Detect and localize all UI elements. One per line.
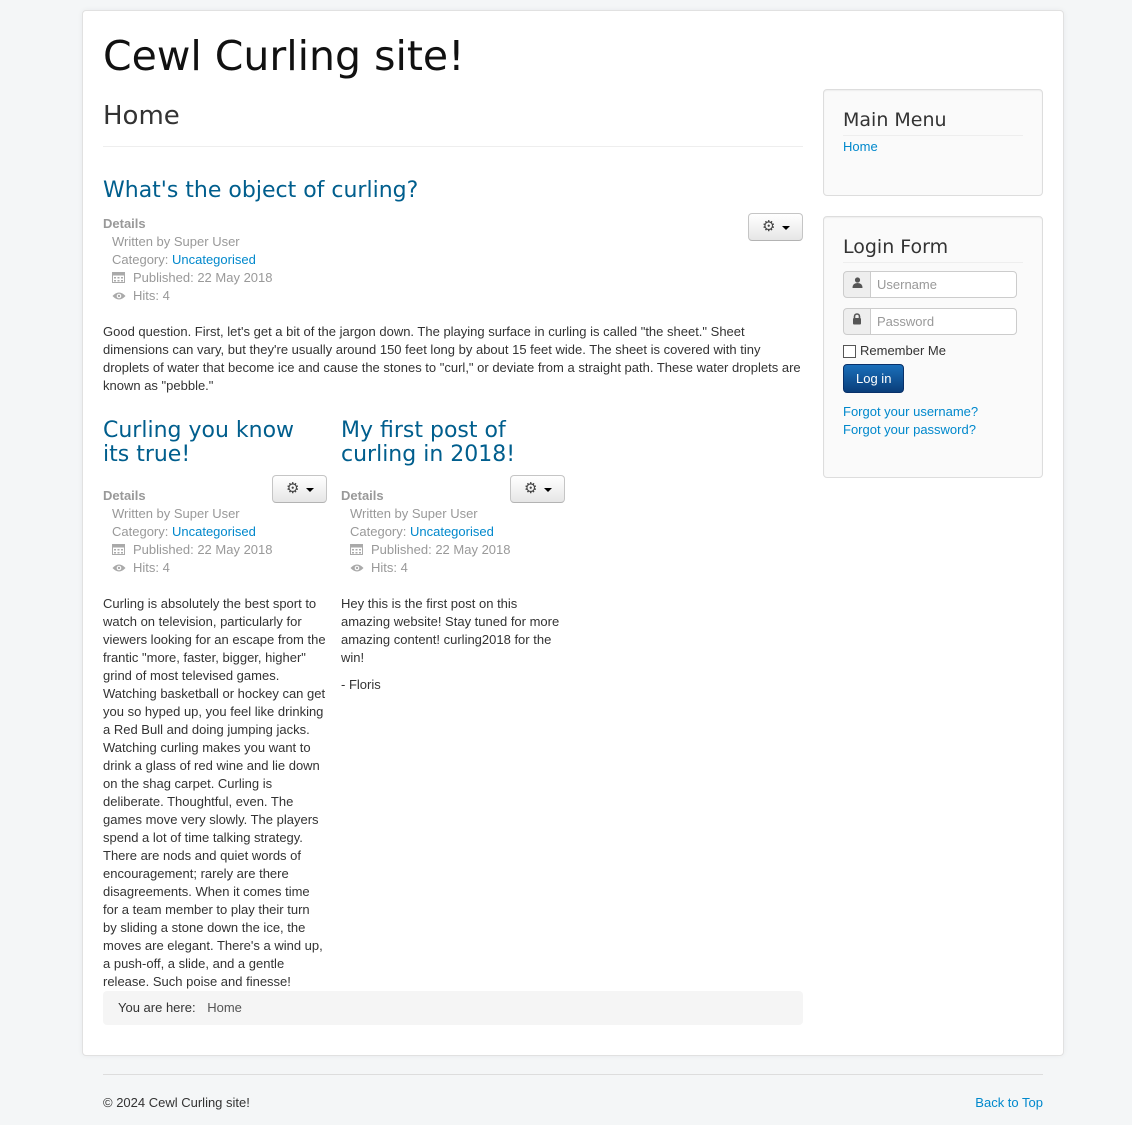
- calendar-icon: [350, 542, 364, 555]
- page-container: Cewl Curling site! Home What's the objec…: [82, 10, 1064, 1056]
- password-row: [843, 308, 1017, 335]
- eye-icon: [112, 288, 126, 300]
- hits-count: Hits: 4: [133, 288, 170, 303]
- footer-divider: [103, 1074, 1043, 1075]
- caret-down-icon: [306, 488, 314, 492]
- breadcrumb: You are here: Home: [103, 991, 803, 1025]
- calendar-icon: [112, 542, 126, 555]
- category-link[interactable]: Uncategorised: [172, 524, 256, 539]
- lock-icon: [843, 308, 871, 335]
- remember-checkbox[interactable]: [843, 345, 856, 358]
- category-link[interactable]: Uncategorised: [172, 252, 256, 267]
- category-label: Category:: [350, 524, 410, 539]
- article-title: What's the object of curling?: [103, 179, 803, 203]
- article-signature: - Floris: [341, 677, 381, 692]
- published-date: Published: 22 May 2018: [133, 542, 273, 557]
- remember-label: Remember Me: [860, 343, 946, 358]
- article-tools-button[interactable]: ⚙: [748, 213, 803, 241]
- main-menu-list: Home: [843, 138, 1023, 156]
- eye-icon: [350, 560, 364, 572]
- page-header: Home: [103, 89, 803, 147]
- published-line: Published: 22 May 2018: [341, 541, 565, 559]
- article-title: Curling you know its true!: [103, 419, 326, 467]
- forgot-username-link[interactable]: Forgot your username?: [843, 404, 978, 419]
- hits-line: Hits: 4: [341, 559, 565, 577]
- back-to-top-link[interactable]: Back to Top: [975, 1094, 1043, 1112]
- author-line: Written by Super User: [112, 234, 240, 249]
- published-date: Published: 22 May 2018: [371, 542, 511, 557]
- hits-count: Hits: 4: [133, 560, 170, 575]
- article-body: Curling is absolutely the best sport to …: [103, 595, 326, 991]
- breadcrumb-home: Home: [207, 1000, 242, 1015]
- forgot-password-link[interactable]: Forgot your password?: [843, 422, 976, 437]
- article-title: My first post of curling in 2018!: [341, 419, 565, 467]
- author-line: Written by Super User: [350, 506, 478, 521]
- gear-icon: ⚙: [524, 480, 538, 497]
- article-info: Details Written by Super User Category: …: [103, 215, 803, 305]
- calendar-icon: [112, 270, 126, 283]
- article-body: Hey this is the first post on this amazi…: [341, 595, 565, 694]
- category-link[interactable]: Uncategorised: [410, 524, 494, 539]
- category-line: Category: Uncategorised: [103, 523, 326, 541]
- published-date: Published: 22 May 2018: [133, 270, 273, 285]
- user-icon: [843, 271, 871, 298]
- published-line: Published: 22 May 2018: [103, 269, 803, 287]
- gear-icon: ⚙: [762, 218, 776, 235]
- category-label: Category:: [112, 524, 172, 539]
- hits-count: Hits: 4: [371, 560, 408, 575]
- password-input[interactable]: [870, 308, 1017, 335]
- main-content: Home What's the object of curling? ⚙ Det…: [103, 89, 803, 1025]
- login-form: Remember Me Log in Forgot your username?…: [843, 271, 1023, 439]
- username-input[interactable]: [870, 271, 1017, 298]
- details-label: Details: [103, 216, 146, 231]
- hits-line: Hits: 4: [103, 559, 326, 577]
- article-title-link[interactable]: My first post of curling in 2018!: [341, 418, 515, 467]
- eye-icon: [112, 560, 126, 572]
- remember-row: Remember Me: [843, 342, 1023, 364]
- login-module: Login Form Remember Me Log in Forgot you…: [823, 216, 1043, 478]
- username-row: [843, 271, 1017, 298]
- article-title-link[interactable]: What's the object of curling?: [103, 178, 418, 203]
- article-tools-button[interactable]: ⚙: [510, 475, 565, 503]
- login-button[interactable]: Log in: [843, 364, 905, 393]
- breadcrumb-label: You are here:: [118, 1000, 196, 1015]
- caret-down-icon: [782, 226, 790, 230]
- caret-down-icon: [544, 488, 552, 492]
- footer-copyright: © 2024 Cewl Curling site!: [103, 1095, 250, 1110]
- article-title-link[interactable]: Curling you know its true!: [103, 418, 294, 467]
- article-body: Good question. First, let's get a bit of…: [103, 323, 803, 395]
- category-line: Category: Uncategorised: [341, 523, 565, 541]
- page-title: Home: [103, 101, 180, 131]
- article-paragraph: Curling is absolutely the best sport to …: [103, 596, 326, 989]
- article-tools-button[interactable]: ⚙: [272, 475, 327, 503]
- category-line: Category: Uncategorised: [103, 251, 803, 269]
- main-menu-module: Main Menu Home: [823, 89, 1043, 196]
- article-paragraph: Good question. First, let's get a bit of…: [103, 324, 801, 393]
- category-label: Category:: [112, 252, 172, 267]
- article-paragraph: Hey this is the first post on this amazi…: [341, 596, 560, 665]
- published-line: Published: 22 May 2018: [103, 541, 326, 559]
- menu-item-home[interactable]: Home: [843, 139, 878, 154]
- article-item: My first post of curling in 2018! ⚙ Deta…: [341, 419, 565, 703]
- login-title: Login Form: [843, 236, 1023, 263]
- article-item: Curling you know its true! ⚙ Details Wri…: [103, 419, 327, 1000]
- hits-line: Hits: 4: [103, 287, 803, 305]
- login-links: Forgot your username? Forgot your passwo…: [843, 403, 1023, 439]
- featured-article: What's the object of curling? ⚙ Details …: [103, 179, 803, 404]
- author-line: Written by Super User: [112, 506, 240, 521]
- site-title[interactable]: Cewl Curling site!: [103, 31, 465, 81]
- gear-icon: ⚙: [286, 480, 300, 497]
- main-menu-title: Main Menu: [843, 109, 1023, 136]
